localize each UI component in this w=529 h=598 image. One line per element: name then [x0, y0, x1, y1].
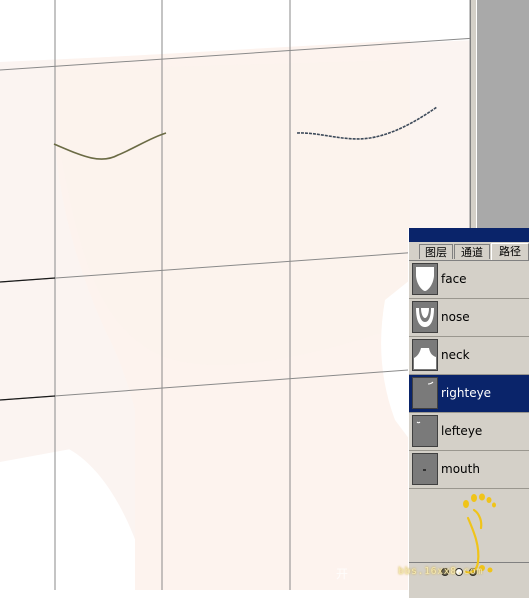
path-item-mouth[interactable]: mouth [409, 451, 529, 489]
watermark-url: bbs.16xx8.com [398, 566, 483, 577]
path-item-neck[interactable]: neck [409, 337, 529, 375]
neck-path-icon [412, 339, 438, 371]
tab-layers[interactable]: 图层 [419, 244, 453, 259]
path-label: nose [441, 310, 470, 324]
palette-titlebar[interactable] [409, 228, 529, 242]
path-label: neck [441, 348, 470, 362]
lefteye-path-icon [412, 415, 438, 447]
path-item-face[interactable]: face [409, 261, 529, 299]
path-label: face [441, 272, 467, 286]
path-label: mouth [441, 462, 480, 476]
face-path-icon [412, 263, 438, 295]
nose-path-icon [412, 301, 438, 333]
paths-palette: 图层 通道 路径 face nose neck righteye lefteye… [408, 228, 529, 598]
mouth-path-icon [412, 453, 438, 485]
path-label: righteye [441, 386, 492, 400]
tab-paths[interactable]: 路径 [491, 243, 529, 260]
path-item-lefteye[interactable]: lefteye [409, 413, 529, 451]
tab-channels[interactable]: 通道 [454, 244, 490, 259]
path-item-nose[interactable]: nose [409, 299, 529, 337]
righteye-path-icon [412, 377, 438, 409]
palette-tabs: 图层 通道 路径 [409, 243, 529, 261]
paths-list: face nose neck righteye lefteye mouth [409, 261, 529, 489]
watermark-text: 开 [336, 567, 349, 581]
path-label: lefteye [441, 424, 483, 438]
path-item-righteye[interactable]: righteye [409, 375, 529, 413]
